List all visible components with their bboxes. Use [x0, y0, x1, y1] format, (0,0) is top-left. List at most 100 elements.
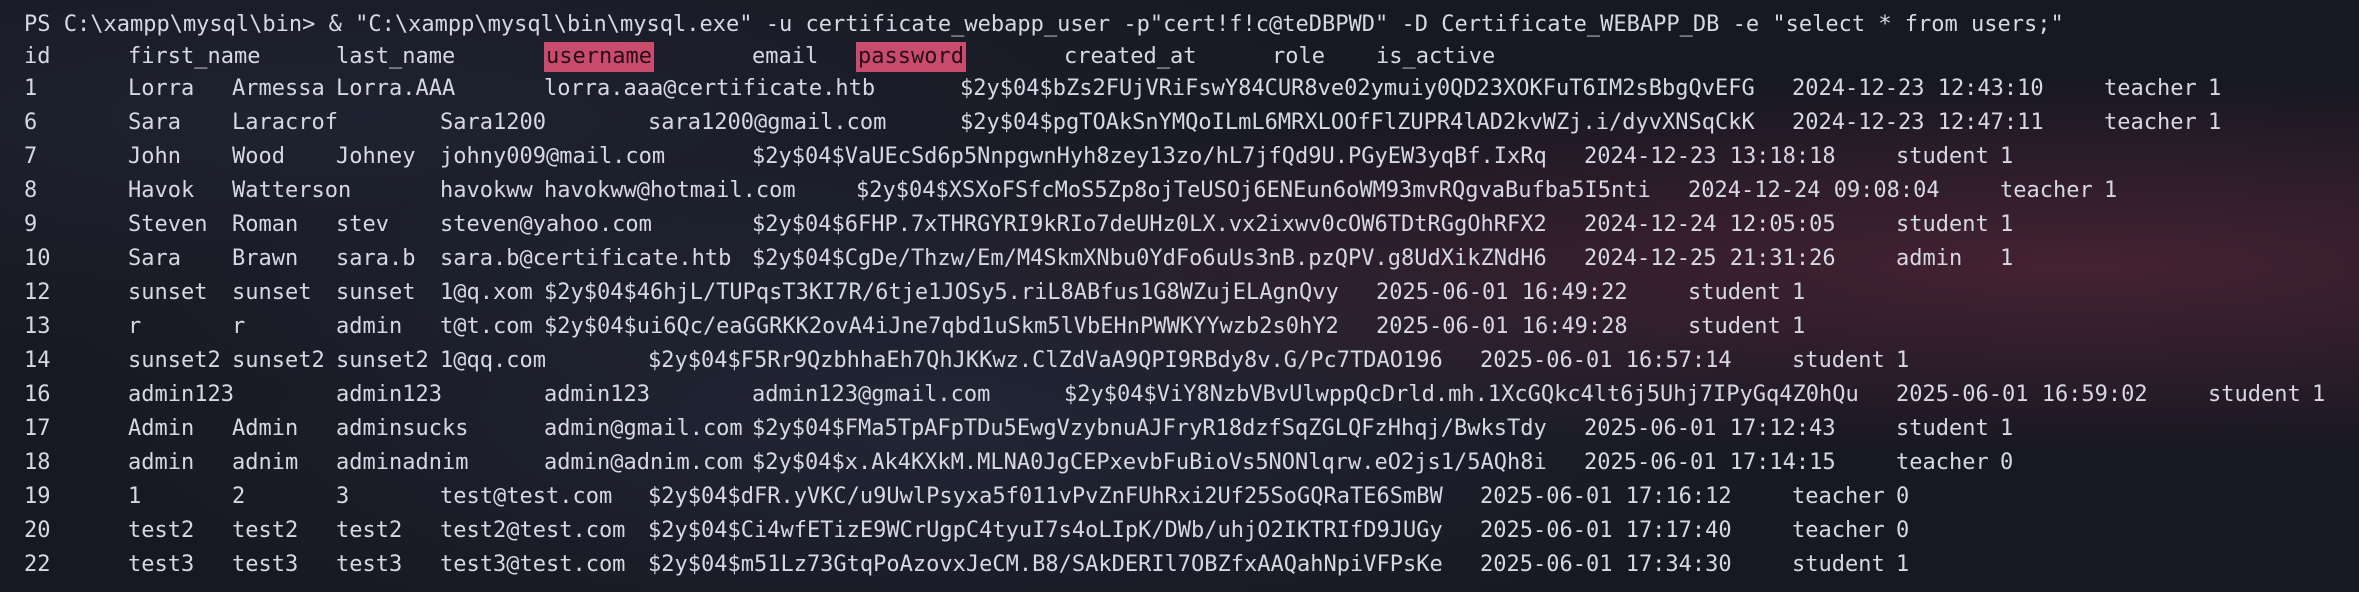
cell-email: johny009@mail.com — [440, 144, 666, 169]
cell-role: student — [1688, 314, 1781, 339]
cell-role: student — [1688, 280, 1781, 305]
cell-email: lorra.aaa@certificate.htb — [544, 76, 876, 101]
cell-password: $2y$04$F5Rr9QzbhhaEh7QhJKKwz.ClZdVaA9QPI… — [648, 348, 1443, 373]
cell-first-name: test3 — [128, 552, 195, 577]
cell-is-active: 1 — [1896, 552, 1910, 577]
cell-last-name: test3 — [232, 552, 299, 577]
cell-password: $2y$04$Ci4wfETizE9WCrUgpC4tyuI7s4oLIpK/D… — [648, 518, 1443, 543]
cell-password: $2y$04$dFR.yVKC/u9UwlPsyxa5f011vPvZnFUhR… — [648, 484, 1443, 509]
header-is-active: is_active — [1376, 44, 1496, 69]
cell-email: sara1200@gmail.com — [648, 110, 887, 135]
cell-username: Johney — [336, 144, 416, 169]
cell-role: teacher — [2000, 178, 2093, 203]
cell-created-at: 2025-06-01 16:49:22 — [1376, 280, 1628, 305]
cell-email: admin@gmail.com — [544, 416, 743, 441]
cell-created-at: 2024-12-23 12:47:11 — [1792, 110, 2044, 135]
cell-first-name: test2 — [128, 518, 195, 543]
cell-created-at: 2024-12-25 21:31:26 — [1584, 246, 1836, 271]
cell-password: $2y$04$ui6Qc/eaGGRKK2ovA4iJne7qbd1uSkm5l… — [544, 314, 1339, 339]
cell-is-active: 1 — [2208, 110, 2222, 135]
cell-password: $2y$04$XSXoFSfcMoS5Zp8ojTeUSOj6ENEun6oWM… — [856, 178, 1651, 203]
cell-created-at: 2024-12-24 09:08:04 — [1688, 178, 1940, 203]
cell-username: 3 — [336, 484, 350, 509]
terminal-window[interactable]: PS C:\xampp\mysql\bin> & "C:\xampp\mysql… — [0, 0, 2359, 592]
cell-password: $2y$04$CgDe/Thzw/Em/M4SkmXNbu0YdFo6uUs3n… — [752, 246, 1547, 271]
cell-first-name: Sara — [128, 110, 181, 135]
cell-password: $2y$04$6FHP.7xTHRGYRI9kRIo7deUHz0LX.vx2i… — [752, 212, 1547, 237]
cell-is-active: 1 — [2000, 144, 2014, 169]
cell-role: teacher — [1896, 450, 1989, 475]
cell-last-name: adnim — [232, 450, 299, 475]
cell-created-at: 2025-06-01 17:12:43 — [1584, 416, 1836, 441]
cell-last-name: Watterson — [232, 178, 352, 203]
cell-id: 7 — [24, 144, 38, 169]
cell-id: 10 — [24, 246, 51, 271]
cell-email: sara.b@certificate.htb — [440, 246, 732, 271]
cell-role: student — [1792, 348, 1885, 373]
cell-is-active: 1 — [1792, 314, 1806, 339]
cell-is-active: 1 — [1792, 280, 1806, 305]
cell-email: admin@adnim.com — [544, 450, 743, 475]
cell-is-active: 1 — [2208, 76, 2222, 101]
cell-id: 17 — [24, 416, 51, 441]
cell-password: $2y$04$x.Ak4KXkM.MLNA0JgCEPxevbFuBioVs5N… — [752, 450, 1547, 475]
cell-created-at: 2025-06-01 16:59:02 — [1896, 382, 2148, 407]
cell-id: 8 — [24, 178, 38, 203]
cell-password: $2y$04$pgTOAkSnYMQoILmL6MRXLOOfFlZUPR4lA… — [960, 110, 1755, 135]
cell-first-name: r — [128, 314, 142, 339]
header-username: username — [544, 42, 654, 72]
cell-password: $2y$04$bZs2FUjVRiFswY84CUR8ve02ymuiy0QD2… — [960, 76, 1755, 101]
cell-last-name: Roman — [232, 212, 299, 237]
cell-id: 16 — [24, 382, 51, 407]
cell-first-name: Admin — [128, 416, 195, 441]
cell-created-at: 2025-06-01 17:16:12 — [1480, 484, 1732, 509]
cell-username: test2 — [336, 518, 403, 543]
cell-id: 6 — [24, 110, 38, 135]
cell-is-active: 1 — [2312, 382, 2326, 407]
cell-last-name: sunset2 — [232, 348, 325, 373]
cell-first-name: Sara — [128, 246, 181, 271]
cell-email: t@t.com — [440, 314, 533, 339]
cell-last-name: Armessa — [232, 76, 325, 101]
header-email: email — [752, 44, 819, 69]
cell-id: 19 — [24, 484, 51, 509]
cell-email: havokww@hotmail.com — [544, 178, 796, 203]
cell-is-active: 1 — [2000, 416, 2014, 441]
cell-role: student — [2208, 382, 2301, 407]
cell-id: 20 — [24, 518, 51, 543]
cell-username: Sara1200 — [440, 110, 546, 135]
cell-id: 14 — [24, 348, 51, 373]
cell-first-name: Lorra — [128, 76, 195, 101]
cell-last-name: Brawn — [232, 246, 299, 271]
cell-first-name: admin123 — [128, 382, 234, 407]
cell-is-active: 1 — [1896, 348, 1910, 373]
cell-created-at: 2025-06-01 17:34:30 — [1480, 552, 1732, 577]
cell-is-active: 1 — [2000, 212, 2014, 237]
cell-last-name: r — [232, 314, 246, 339]
cell-last-name: test2 — [232, 518, 299, 543]
cell-created-at: 2025-06-01 17:17:40 — [1480, 518, 1732, 543]
cell-password: $2y$04$FMa5TpAFpTDu5EwgVzybnuAJFryR18dzf… — [752, 416, 1547, 441]
cell-username: adminsucks — [336, 416, 469, 441]
cell-created-at: 2025-06-01 17:14:15 — [1584, 450, 1836, 475]
cell-id: 18 — [24, 450, 51, 475]
cell-is-active: 0 — [2000, 450, 2014, 475]
cell-last-name: admin123 — [336, 382, 442, 407]
cell-email: test3@test.com — [440, 552, 626, 577]
cell-first-name: sunset2 — [128, 348, 221, 373]
cell-username: admin123 — [544, 382, 650, 407]
cell-is-active: 1 — [2104, 178, 2118, 203]
cell-id: 9 — [24, 212, 38, 237]
cell-username: test3 — [336, 552, 403, 577]
cell-email: test@test.com — [440, 484, 613, 509]
cell-last-name: Laracrof — [232, 110, 338, 135]
header-first-name: first_name — [128, 44, 261, 69]
cell-email: test2@test.com — [440, 518, 626, 543]
header-password: password — [856, 42, 966, 72]
header-last-name: last_name — [336, 44, 456, 69]
cell-password: $2y$04$VaUEcSd6p5NnpgwnHyh8zey13zo/hL7jf… — [752, 144, 1547, 169]
cell-id: 13 — [24, 314, 51, 339]
cell-is-active: 0 — [1896, 518, 1910, 543]
cell-first-name: 1 — [128, 484, 142, 509]
cell-created-at: 2024-12-23 12:43:10 — [1792, 76, 2044, 101]
